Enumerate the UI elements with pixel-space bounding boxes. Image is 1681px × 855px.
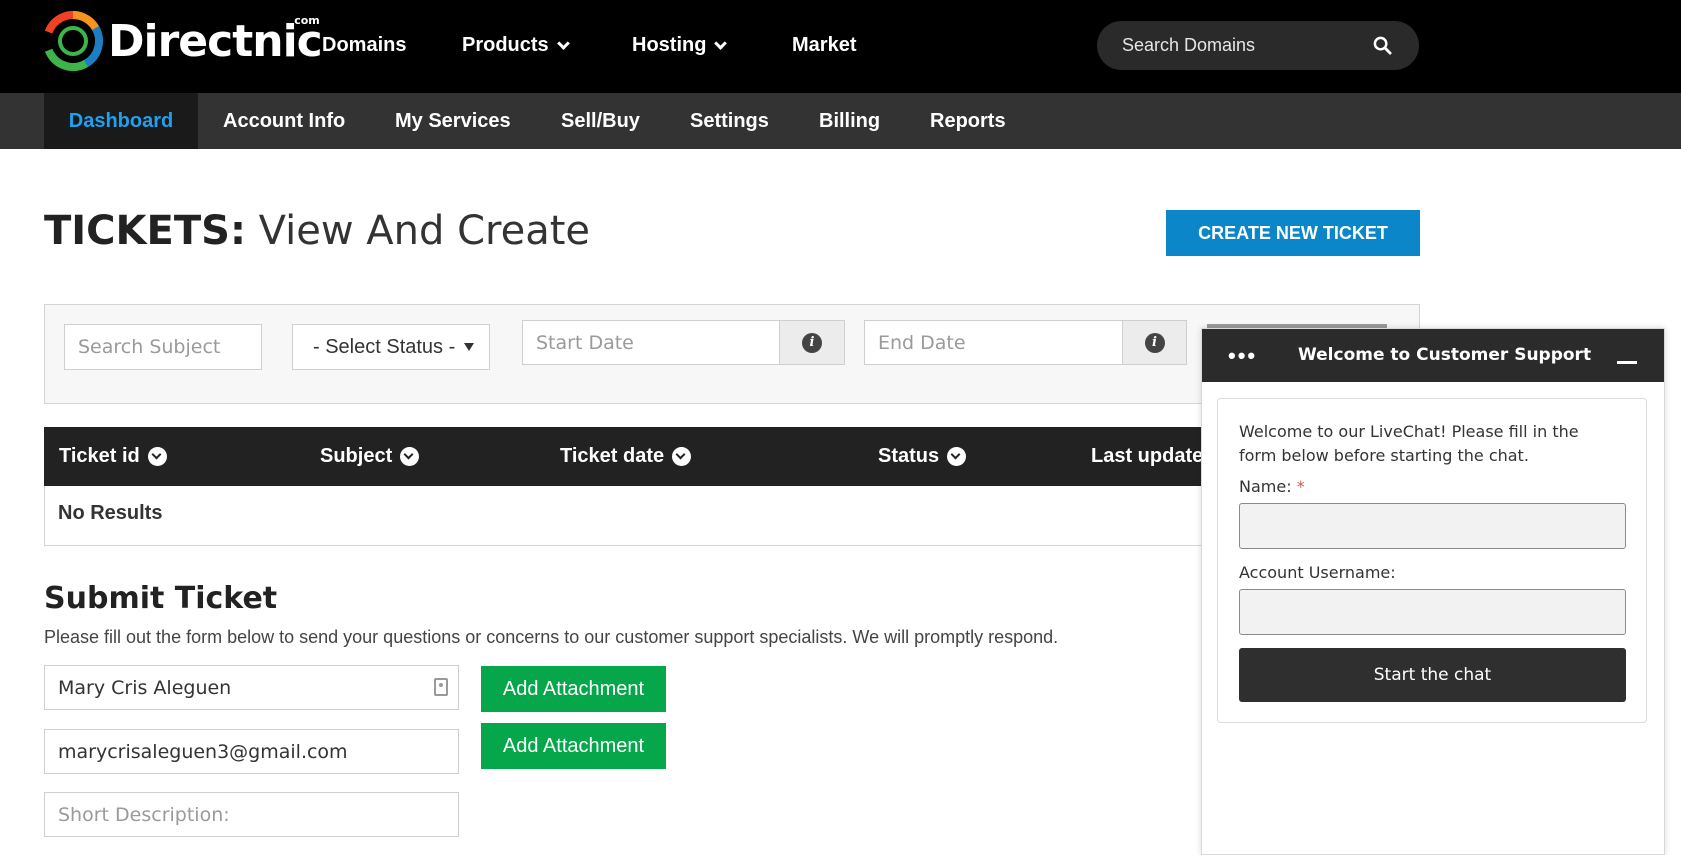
- add-attachment-button-1[interactable]: Add Attachment: [481, 666, 666, 712]
- page-title-bold: TICKETS:: [44, 208, 246, 254]
- subnav-account-info[interactable]: Account Info: [223, 93, 345, 149]
- sort-chevron-icon: [947, 447, 967, 466]
- column-ticket-id-label: Ticket id: [59, 445, 140, 467]
- subnav-dashboard-label: Dashboard: [68, 109, 174, 132]
- nav-hosting-label: Hosting: [632, 34, 707, 56]
- column-subject-label: Subject: [320, 445, 393, 467]
- start-date-input[interactable]: [536, 331, 779, 354]
- status-select[interactable]: - Select Status -: [292, 324, 490, 370]
- sort-chevron-icon: [672, 447, 692, 466]
- submit-ticket-description: Please fill out the form below to send y…: [44, 627, 1059, 647]
- domain-search-bar: [1097, 21, 1419, 70]
- nav-domains[interactable]: Domains: [322, 34, 406, 57]
- chat-name-field: [1239, 503, 1626, 549]
- search-subject-field: [64, 324, 262, 370]
- column-ticket-date[interactable]: Ticket date: [560, 427, 692, 486]
- submit-ticket-title: Submit Ticket: [44, 581, 278, 616]
- subnav-my-services-label: My Services: [395, 109, 511, 132]
- subnav-account-info-label: Account Info: [223, 109, 346, 132]
- chat-username-label: Account Username:: [1239, 563, 1396, 582]
- logo-mark-icon: [43, 11, 103, 71]
- column-status[interactable]: Status: [878, 427, 967, 486]
- livechat-widget: ••• Welcome to Customer Support Welcome …: [1201, 328, 1665, 855]
- sort-chevron-icon: [400, 447, 420, 466]
- contact-card-icon: [434, 678, 448, 696]
- column-last-update-label: Last update: [1091, 445, 1204, 467]
- chevron-down-icon: [556, 36, 570, 50]
- info-icon: i: [802, 332, 822, 353]
- short-description-field: [44, 792, 459, 837]
- nav-market-label: Market: [792, 34, 857, 56]
- top-header: Directnic com Domains Products Hosting Ma…: [0, 0, 1681, 93]
- required-marker: *: [1296, 477, 1305, 496]
- column-status-label: Status: [878, 445, 940, 467]
- subnav-sell-buy[interactable]: Sell/Buy: [561, 93, 640, 149]
- create-new-ticket-button[interactable]: CREATE NEW TICKET: [1166, 210, 1420, 256]
- chat-username-field: [1239, 589, 1626, 635]
- end-date-field: [864, 320, 1123, 365]
- status-select-value: - Select Status -: [313, 335, 456, 358]
- column-ticket-id[interactable]: Ticket id: [59, 427, 167, 486]
- start-date-info[interactable]: i: [779, 320, 845, 365]
- subnav-settings[interactable]: Settings: [690, 93, 769, 149]
- chat-username-input[interactable]: [1240, 590, 1625, 634]
- no-results-text: No Results: [58, 502, 163, 524]
- short-description-input[interactable]: [58, 803, 458, 826]
- chat-prechat-form: Welcome to our LiveChat! Please fill in …: [1217, 398, 1647, 723]
- page-title: TICKETS: View And Create: [44, 208, 590, 254]
- subnav-dashboard[interactable]: Dashboard: [44, 93, 198, 149]
- subnav-billing-label: Billing: [819, 109, 881, 132]
- domain-search-input[interactable]: [1122, 35, 1352, 56]
- chat-title: Welcome to Customer Support: [1298, 345, 1592, 365]
- nav-domains-label: Domains: [322, 34, 407, 56]
- chat-menu-icon[interactable]: •••: [1228, 343, 1257, 369]
- chat-header: ••• Welcome to Customer Support: [1202, 329, 1664, 382]
- chevron-down-icon: [714, 36, 728, 50]
- start-chat-button[interactable]: Start the chat: [1239, 648, 1626, 702]
- name-field: [44, 665, 459, 710]
- nav-products-label: Products: [462, 34, 549, 56]
- add-attachment-button-2[interactable]: Add Attachment: [481, 723, 666, 769]
- column-subject[interactable]: Subject: [320, 427, 420, 486]
- end-date-input[interactable]: [878, 331, 1122, 354]
- name-input[interactable]: [58, 676, 458, 699]
- sort-chevron-icon: [147, 447, 167, 466]
- search-icon[interactable]: [1373, 36, 1392, 55]
- page-title-light: View And Create: [258, 208, 591, 254]
- subnav-my-services[interactable]: My Services: [395, 93, 511, 149]
- chat-welcome-text: Welcome to our LiveChat! Please fill in …: [1239, 422, 1579, 465]
- nav-market[interactable]: Market: [792, 34, 856, 57]
- chat-name-label: Name: *: [1239, 477, 1305, 496]
- directnic-logo[interactable]: Directnic com: [42, 10, 323, 72]
- nav-products[interactable]: Products: [462, 34, 570, 57]
- column-last-update[interactable]: Last update: [1091, 427, 1203, 486]
- subnav-settings-label: Settings: [690, 109, 769, 132]
- end-date-info[interactable]: i: [1122, 320, 1187, 365]
- info-icon: i: [1144, 332, 1165, 353]
- caret-down-icon: [464, 343, 475, 351]
- email-field: [44, 729, 459, 774]
- minimize-icon[interactable]: [1617, 361, 1637, 364]
- logo-text: Directnic com: [108, 13, 323, 67]
- logo-com-text: com: [294, 13, 320, 27]
- subnav-sell-buy-label: Sell/Buy: [561, 109, 640, 132]
- start-date-field: [522, 320, 780, 365]
- nav-hosting[interactable]: Hosting: [632, 34, 728, 57]
- subnav-reports[interactable]: Reports: [930, 93, 1006, 149]
- account-subnav: Dashboard Account Info My Services Sell/…: [0, 93, 1681, 149]
- subnav-billing[interactable]: Billing: [819, 93, 880, 149]
- subnav-reports-label: Reports: [930, 109, 1006, 132]
- search-subject-input[interactable]: [78, 336, 261, 358]
- email-input[interactable]: [58, 740, 458, 763]
- column-ticket-date-label: Ticket date: [560, 445, 665, 467]
- chat-name-input[interactable]: [1240, 504, 1625, 548]
- chat-name-label-text: Name:: [1239, 477, 1292, 496]
